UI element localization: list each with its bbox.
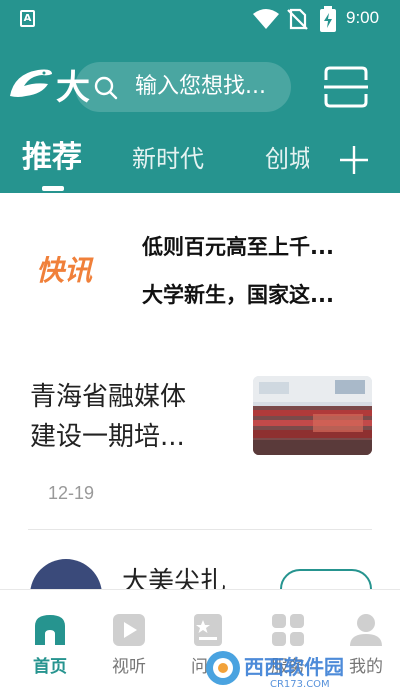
news-title: 大美尖扎 bbox=[122, 567, 227, 589]
active-tab-indicator bbox=[42, 186, 64, 191]
watermark-text: 西西软件园 bbox=[244, 655, 344, 679]
add-channel-icon[interactable] bbox=[336, 142, 372, 178]
search-bar[interactable]: 输入您想找... bbox=[75, 62, 291, 112]
app-notification-icon: A bbox=[20, 10, 35, 27]
home-icon bbox=[35, 615, 65, 645]
play-icon bbox=[113, 614, 145, 646]
clock: 9:00 bbox=[346, 8, 380, 27]
nav-label: 首页 bbox=[33, 657, 67, 677]
nav-home[interactable]: 首页 bbox=[10, 590, 90, 700]
watermark-logo-icon bbox=[206, 651, 240, 685]
watermark: 西西软件园 CR173.COM bbox=[200, 647, 400, 700]
app-header: A 9:00 大 输入您想找... 推荐 新时代 创城 bbox=[0, 0, 400, 193]
flash-news-card[interactable]: 快讯 低则百元高至上千... 大学新生，国家这... bbox=[0, 193, 400, 333]
watermark-subtext: CR173.COM bbox=[270, 679, 330, 690]
news-feed: 快讯 低则百元高至上千... 大学新生，国家这... 青海省融媒体 建设一期培.… bbox=[0, 193, 400, 589]
follow-button[interactable] bbox=[280, 569, 372, 589]
divider bbox=[28, 529, 372, 530]
service-grid-icon bbox=[272, 614, 304, 646]
news-title-line: 青海省融媒体 bbox=[30, 382, 187, 412]
channel-tabs: 推荐 新时代 创城 bbox=[0, 130, 400, 193]
scan-icon[interactable] bbox=[322, 64, 370, 110]
news-date: 12-19 bbox=[48, 483, 95, 503]
flash-headline[interactable]: 低则百元高至上千... bbox=[142, 233, 382, 261]
no-sim-icon bbox=[287, 8, 308, 30]
app-logo bbox=[10, 69, 52, 97]
wifi-icon bbox=[253, 9, 279, 29]
news-item[interactable]: 大美尖扎 bbox=[0, 553, 400, 589]
status-bar: A 9:00 bbox=[0, 0, 400, 38]
profile-icon bbox=[350, 614, 382, 646]
nav-video[interactable]: 视听 bbox=[89, 590, 169, 700]
tab-new-era[interactable]: 新时代 bbox=[132, 142, 204, 176]
inquiry-icon bbox=[194, 614, 222, 646]
search-placeholder: 输入您想找... bbox=[135, 74, 266, 99]
nav-label: 视听 bbox=[112, 657, 146, 677]
tab-recommended[interactable]: 推荐 bbox=[22, 138, 82, 178]
news-thumbnail bbox=[253, 376, 372, 455]
flash-news-logo: 快讯 bbox=[36, 254, 93, 287]
battery-charging-icon bbox=[320, 6, 336, 32]
news-title-line: 建设一期培... bbox=[30, 422, 185, 452]
flash-headline[interactable]: 大学新生，国家这... bbox=[142, 281, 382, 309]
tab-civilized-city[interactable]: 创城 bbox=[265, 142, 309, 176]
search-icon bbox=[94, 76, 118, 100]
news-title: 青海省融媒体 建设一期培... bbox=[30, 377, 230, 457]
news-item[interactable]: 青海省融媒体 建设一期培... 12-19 bbox=[0, 369, 400, 529]
news-avatar bbox=[30, 559, 102, 589]
